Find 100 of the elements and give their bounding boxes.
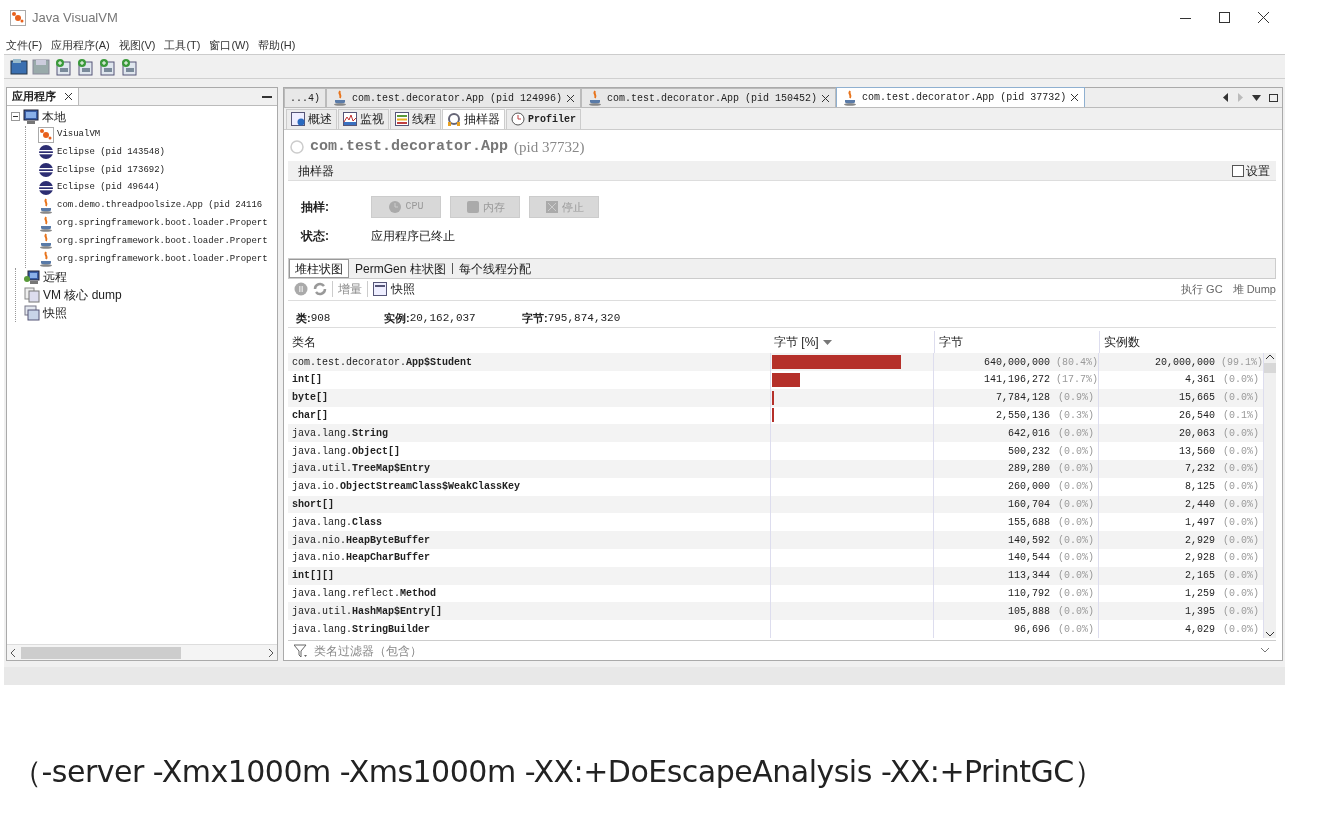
menu-item[interactable]: 应用程序(A) [51,36,110,54]
table-row[interactable]: java.nio.HeapByteBuffer 140,592 (0.0%) 2,929 (0.0%) [288,531,1264,549]
open-icon[interactable] [10,57,28,76]
percent-label: (0.0%) [1057,515,1094,530]
table-row[interactable]: java.util.HashMap$Entry[] 105,888 (0.0%) 1,395 (0.0%) [288,602,1264,621]
percent-label: (0.1%) [1222,409,1259,423]
tree-item[interactable]: Eclipse (pid 173692) [57,163,166,178]
sub-tab[interactable]: 堆柱状图 [289,259,349,278]
instances-value: 1,395 [1185,604,1215,619]
scroll-up-icon[interactable] [1265,353,1275,362]
add-icon[interactable] [98,57,116,76]
column-header[interactable]: 类名 [292,335,316,350]
filter-icon[interactable] [294,643,308,658]
tree-item[interactable]: VM 核心 dump [43,285,122,304]
view-tab[interactable]: 概述 [286,108,337,129]
table-row[interactable]: byte[] 7,784,128 (0.9%) 15,665 (0.0%) [288,388,1264,407]
column-header[interactable]: 字节 [%] [774,333,819,352]
close-icon[interactable] [1070,93,1080,102]
instances-value: 4,029 [1185,622,1215,637]
toolbar-button[interactable]: 增量 [338,280,362,299]
menu-item[interactable]: 帮助(H) [258,36,296,54]
close-icon[interactable] [821,93,831,103]
tree-item[interactable]: 远程 [43,268,67,287]
clock-icon [388,199,403,214]
document-tab[interactable]: com.test.decorator.App (pid 150452) [581,88,837,107]
dropdown-icon[interactable] [1252,93,1261,102]
table-row[interactable]: int[][] 113,344 (0.0%) 2,165 (0.0%) [288,566,1264,585]
view-tab[interactable]: Profiler [506,108,581,129]
view-tab[interactable]: 线程 [390,108,441,129]
close-icon[interactable] [566,93,576,103]
class-name: java.io.ObjectStreamClass$WeakClassKey [292,481,521,493]
tree-item[interactable]: Eclipse (pid 49644) [57,181,160,195]
column-header[interactable]: 实例数 [1104,333,1140,352]
tree-item[interactable]: Eclipse (pid 143548) [57,145,166,160]
percent-label: (0.0%) [1222,533,1259,548]
bytes-value: 2,550,136 [996,409,1050,423]
tree-item[interactable]: com.demo.threadpoolsize.App (pid 24116 [57,199,263,213]
tree-item[interactable]: org.springframework.boot.loader.Propert [57,234,268,249]
maximize-icon[interactable] [1269,93,1278,102]
table-row[interactable]: java.util.TreeMap$Entry 289,280 (0.0%) 7,232 (0.0%) [288,460,1264,478]
close-icon[interactable] [1258,12,1269,24]
stat-value: 908 [310,310,331,326]
bytes-value: 113,344 [1008,569,1050,584]
bytes-value: 642,016 [1008,426,1050,441]
clock-icon [511,112,525,127]
view-tab[interactable]: 监视 [338,108,389,129]
instances-value: 26,540 [1179,409,1215,423]
action-link[interactable]: 堆 Dump [1232,280,1276,298]
column-header[interactable]: 字节 [939,333,963,352]
instances-value: 2,928 [1185,551,1215,566]
add-icon[interactable] [120,57,138,76]
percent-label: (0.0%) [1057,426,1094,441]
refresh-icon[interactable] [313,282,327,297]
document-tab[interactable]: com.test.decorator.App (pid 37732) [836,87,1086,107]
class-name: java.util.HashMap$Entry[] [292,605,443,617]
field-label: 抽样: [301,198,330,216]
close-icon[interactable] [64,92,73,101]
table-row[interactable]: short[] 160,704 (0.0%) 2,440 (0.0%) [288,495,1264,514]
section-title: 抽样器 [298,162,334,180]
tree-item[interactable]: 快照 [43,303,67,322]
pid-label: (pid 37732) [514,138,585,158]
view-tab[interactable]: 抽样器 [442,108,505,129]
menu-item[interactable]: 工具(T) [164,36,201,54]
tree-item[interactable]: org.springframework.boot.loader.Propert [57,216,268,231]
bytes-value: 155,688 [1008,515,1050,530]
instances-value: 1,497 [1185,515,1215,530]
document-tab[interactable]: com.test.decorator.App (pid 124996) [326,88,582,107]
add-icon[interactable] [54,57,72,76]
info-icon [291,112,305,127]
sphere-icon [38,180,54,197]
threads-icon [395,112,409,127]
document-tab[interactable]: ...4) [284,88,326,107]
tree-item[interactable]: 本地 [42,107,66,126]
percent-label: (0.0%) [1057,586,1094,601]
percent-label: (0.0%) [1222,444,1259,459]
action-link[interactable]: 执行 GC [1181,280,1223,298]
filter-field[interactable]: 类名过滤器（包含） [312,640,1256,661]
scrollbar-thumb[interactable] [21,646,181,659]
scrollbar-thumb[interactable] [1264,363,1276,374]
scroll-left-icon[interactable] [1222,93,1229,102]
bytes-value: 289,280 [1008,462,1050,477]
menu-item[interactable]: 文件(F) [6,36,43,54]
bytes-value: 500,232 [1008,444,1050,459]
logo-icon [38,126,54,143]
table-row[interactable]: com.test.decorator.App$Student 640,000,000 (80.4%) 20,000,000 (99.1%) [288,353,1264,371]
sub-tab[interactable]: PermGen 柱状图 [349,259,452,278]
collapse-icon[interactable] [11,112,20,122]
tree-item[interactable]: org.springframework.boot.loader.Propert [57,252,268,266]
scroll-down-icon[interactable] [1265,630,1275,638]
toolbar-button[interactable]: 快照 [373,280,415,299]
maximize-icon[interactable] [1219,12,1230,24]
settings-checkbox[interactable]: 设置 [1232,161,1270,180]
table-row[interactable]: int[] 141,196,272 (17.7%) 4,361 (0.0%) [288,371,1264,389]
menu-item[interactable]: 窗口(W) [209,36,250,54]
sort-icon[interactable] [822,339,832,345]
tree-item[interactable]: VisualVM [57,127,101,142]
menu-item[interactable]: 视图(V) [118,36,156,54]
sub-tab[interactable]: 每个线程分配 [452,259,537,278]
table-row[interactable]: java.lang.String 642,016 (0.0%) 20,063 (0.0%) [288,424,1264,443]
add-icon[interactable] [76,57,94,76]
